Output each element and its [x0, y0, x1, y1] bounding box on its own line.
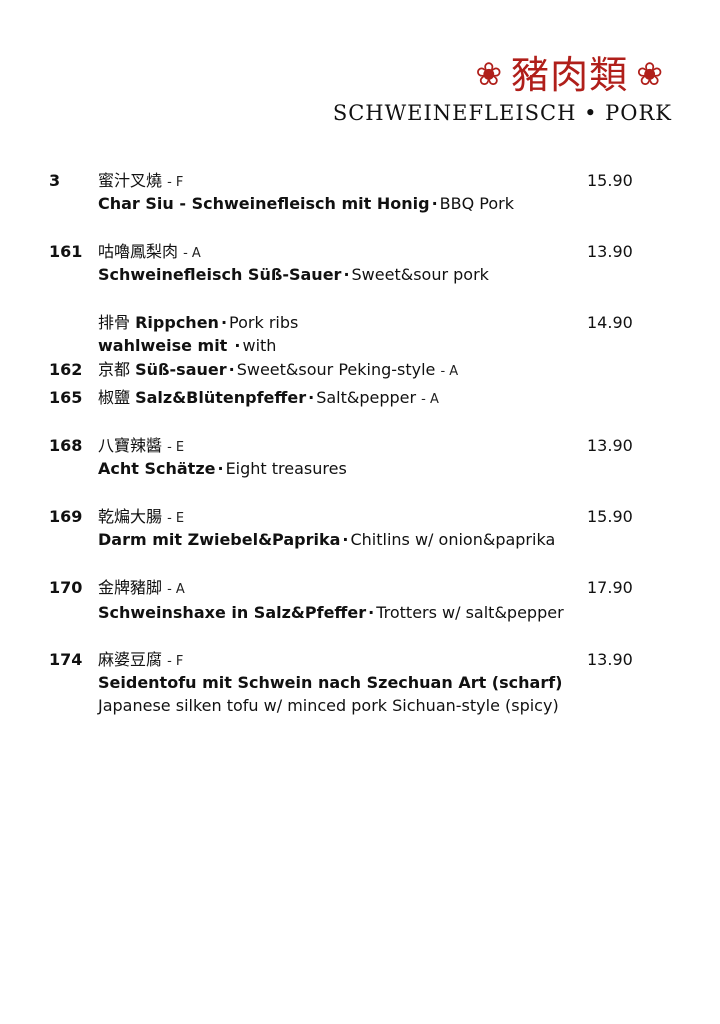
item-name-en: Trotters w/ salt&pepper	[376, 603, 564, 622]
menu-item-169: 169 乾煸大腸 - E 15.90	[0, 505, 720, 529]
menu-item-161-desc: Schweinefleisch Süß-Sauer · Sweet&sour por…	[0, 263, 720, 287]
item-price: 13.90	[587, 650, 633, 669]
item-price: 14.90	[587, 313, 633, 332]
options-label-de: wahlweise mit	[98, 336, 228, 355]
menu-item-168-desc: Acht Schätze · Eight treasures	[0, 457, 720, 481]
menu-header: ❀ 豬肉類 ❀ SCHWEINEFLEISCH • PORK	[333, 52, 672, 125]
allergen-code: - F	[167, 175, 184, 190]
item-name-zh: 八寶辣醬	[98, 436, 163, 455]
separator: ·	[234, 336, 241, 355]
options-label-en: with	[242, 336, 277, 355]
menu-item-174-desc: Seidentofu mit Schwein nach Szechuan Art…	[0, 671, 720, 695]
section-title-chinese: ❀ 豬肉類 ❀	[333, 52, 672, 97]
item-number: 165	[49, 388, 83, 407]
item-name-de: Salz&Blütenpfeffer	[135, 388, 307, 407]
item-name-de: Schweinshaxe in Salz&Pfeffer	[98, 603, 367, 622]
separator: ·	[217, 459, 224, 478]
menu-item-168: 168 八寶辣醬 - E 13.90	[0, 434, 720, 458]
item-price: 13.90	[587, 242, 633, 261]
item-name-en: Pork ribs	[229, 313, 299, 332]
flower-icon: ❀	[636, 55, 664, 93]
item-name-en: Sweet&sour pork	[351, 265, 489, 284]
item-name-en: Chitlins w/ onion&paprika	[350, 530, 556, 549]
item-name-zh: 乾煸大腸	[98, 507, 163, 526]
menu-item-169-desc: Darm mit Zwiebel&Paprika · Chitlins w/ oni…	[0, 528, 720, 552]
separator: ·	[342, 530, 349, 549]
menu-item-174-desc-en: Japanese silken tofu w/ minced pork Sich…	[0, 694, 720, 718]
menu-item-3: 3 蜜汁叉燒 - F 15.90	[0, 169, 720, 193]
item-number: 174	[49, 650, 83, 669]
item-price: 15.90	[587, 171, 633, 190]
item-name-en: Salt&pepper	[316, 388, 417, 407]
allergen-code: - A	[167, 582, 185, 597]
item-name-de: Acht Schätze	[98, 459, 216, 478]
item-name-zh: 咕嚕鳳梨肉	[98, 242, 179, 261]
item-name-en: BBQ Pork	[439, 194, 514, 213]
menu-group-ribs: 排骨 Rippchen · Pork ribs 14.90	[0, 311, 720, 335]
item-name-de: Rippchen	[135, 313, 219, 332]
separator: ·	[308, 388, 315, 407]
menu-item-162: 162 京都 Süß-sauer · Sweet&sour Peking-style…	[0, 358, 720, 382]
item-name-zh: 京都	[98, 360, 131, 379]
separator: ·	[343, 265, 350, 284]
item-number: 161	[49, 242, 83, 261]
item-name-en: Sweet&sour Peking-style	[236, 360, 436, 379]
item-name-de: Char Siu - Schweinefleisch mit Honig	[98, 194, 430, 213]
item-price: 15.90	[587, 507, 633, 526]
menu-item-170: 170 金牌豬脚 - A 17.90	[0, 576, 720, 600]
item-price: 17.90	[587, 578, 633, 597]
menu-item-3-desc: Char Siu - Schweinefleisch mit Honig · BBQ…	[0, 192, 720, 216]
allergen-code: - E	[167, 511, 185, 526]
separator: ·	[368, 603, 375, 622]
item-name-de: Schweinefleisch Süß-Sauer	[98, 265, 342, 284]
flower-icon: ❀	[475, 55, 504, 93]
item-name-de: Darm mit Zwiebel&Paprika	[98, 530, 341, 549]
item-name-de: Süß-sauer	[135, 360, 227, 379]
item-name-zh: 麻婆豆腐	[98, 650, 163, 669]
menu-item-161: 161 咕嚕鳳梨肉 - A 13.90	[0, 240, 720, 264]
menu-item-170-desc: Schweinshaxe in Salz&Pfeffer · Trotters w/…	[0, 601, 720, 625]
separator: ·	[431, 194, 438, 213]
item-name-en: Eight treasures	[225, 459, 347, 478]
menu-item-174: 174 麻婆豆腐 - F 13.90	[0, 648, 720, 672]
item-name-de: Seidentofu mit Schwein nach Szechuan Art…	[98, 673, 563, 692]
item-number: 169	[49, 507, 83, 526]
section-title-english: SCHWEINEFLEISCH • PORK	[332, 101, 672, 125]
allergen-code: - E	[167, 440, 185, 455]
menu-group-ribs-options: wahlweise mit · with	[0, 334, 720, 358]
item-name-zh: 排骨	[98, 313, 131, 332]
item-price: 13.90	[587, 436, 633, 455]
allergen-code: - A	[421, 392, 439, 407]
item-number: 3	[49, 171, 61, 190]
item-name-zh: 椒鹽	[98, 388, 131, 407]
item-number: 168	[49, 436, 83, 455]
separator: ·	[228, 360, 235, 379]
item-name-en: Japanese silken tofu w/ minced pork Sich…	[98, 696, 559, 715]
item-number: 170	[49, 578, 83, 597]
menu-item-165: 165 椒鹽 Salz&Blütenpfeffer · Salt&pepper - …	[0, 386, 720, 410]
allergen-code: - A	[440, 364, 459, 379]
allergen-code: - A	[183, 246, 201, 261]
item-name-zh: 金牌豬脚	[98, 578, 163, 597]
section-title-zh: 豬肉類	[511, 53, 629, 97]
item-number: 162	[49, 360, 83, 379]
item-name-zh: 蜜汁叉燒	[98, 171, 163, 190]
separator: ·	[220, 313, 228, 332]
allergen-code: - F	[167, 654, 184, 669]
